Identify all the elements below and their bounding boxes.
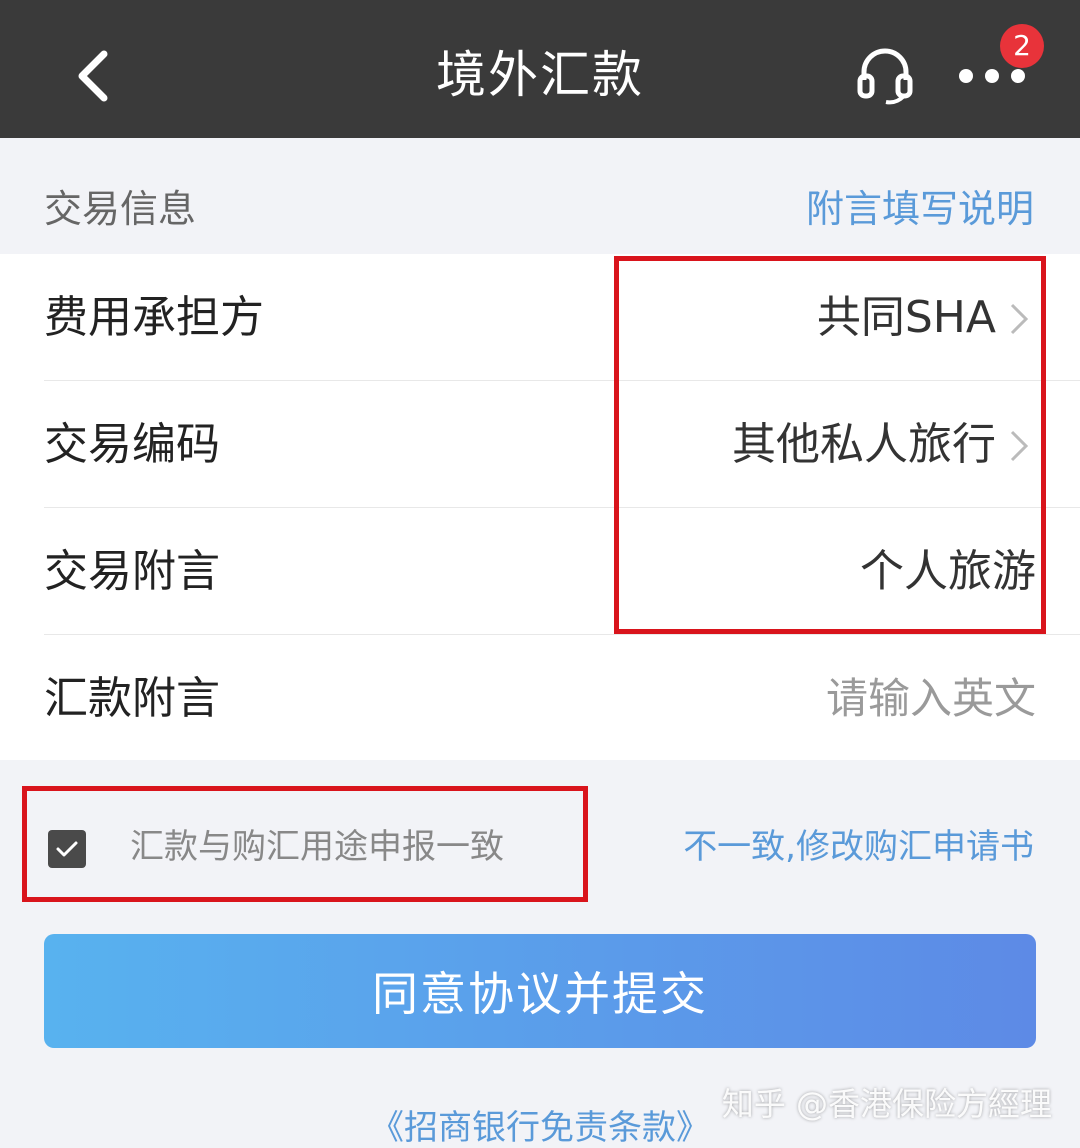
- transaction-form: 费用承担方 共同SHA 交易编码 其他私人旅行 交易附言 个人旅游 汇款附言: [0, 254, 1080, 760]
- headset-icon: [857, 48, 913, 105]
- declaration-checkbox[interactable]: [48, 830, 86, 868]
- submit-button[interactable]: 同意协议并提交: [44, 934, 1036, 1048]
- remittance-remark-input[interactable]: [616, 663, 1036, 733]
- remark-guide-link[interactable]: 附言填写说明: [806, 184, 1034, 234]
- row-label: 交易附言: [44, 546, 220, 597]
- transaction-remark-row[interactable]: 交易附言 个人旅游: [44, 508, 1080, 635]
- notification-badge: 2: [1000, 24, 1044, 68]
- modify-application-link[interactable]: 不一致,修改购汇申请书: [683, 822, 1034, 872]
- row-label: 汇款附言: [44, 673, 220, 724]
- section-title: 交易信息: [44, 187, 197, 231]
- app-header: 境外汇款 2: [0, 0, 1080, 138]
- declaration-area: 汇款与购汇用途申报一致 不一致,修改购汇申请书: [0, 760, 1080, 930]
- support-button[interactable]: [852, 40, 918, 106]
- declaration-label: 汇款与购汇用途申报一致: [130, 827, 504, 867]
- remittance-remark-row: 汇款附言: [44, 635, 1080, 762]
- checkmark-icon: [56, 841, 78, 857]
- section-header: 交易信息 附言填写说明: [0, 138, 1080, 254]
- remittance-page: 境外汇款 2 交易信息 附言填写说明 费用承担方 共同SHA 交易编码 其他私人…: [0, 0, 1080, 1148]
- page-title: 境外汇款: [436, 46, 644, 104]
- fee-bearer-row[interactable]: 费用承担方 共同SHA: [44, 254, 1080, 381]
- transaction-code-row[interactable]: 交易编码 其他私人旅行: [44, 381, 1080, 508]
- chevron-right-icon: [1010, 430, 1029, 462]
- row-value: 其他私人旅行: [732, 419, 996, 470]
- chevron-right-icon: [1010, 303, 1029, 335]
- row-label: 交易编码: [44, 419, 220, 470]
- row-label: 费用承担方: [44, 292, 264, 343]
- disclaimer-link[interactable]: 《招商银行免责条款》: [0, 1106, 1080, 1148]
- row-value: 个人旅游: [860, 546, 1036, 597]
- row-value: 共同SHA: [816, 292, 996, 343]
